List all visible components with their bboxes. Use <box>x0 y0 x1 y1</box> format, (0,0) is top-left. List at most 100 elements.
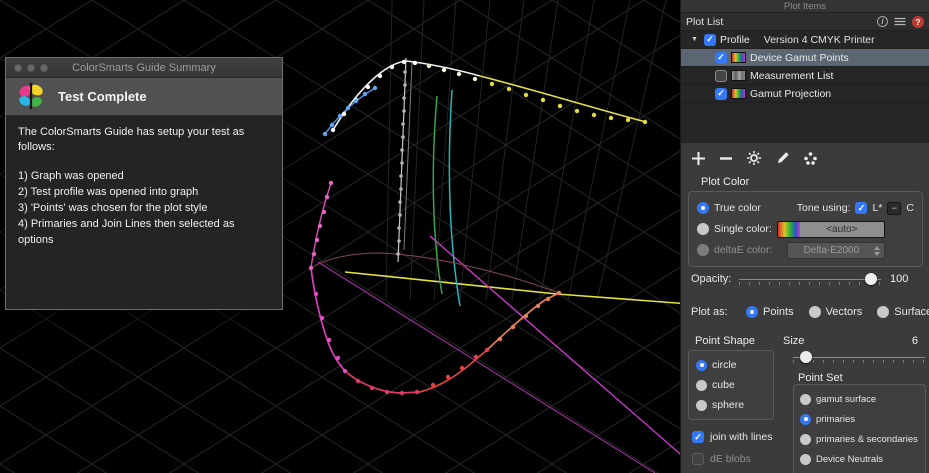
colorsmarts-summary-window[interactable]: ColorSmarts Guide Summary Test Complete … <box>5 57 283 310</box>
point-set-primaries-radio[interactable]: primaries <box>800 411 919 427</box>
dialog-body: The ColorSmarts Guide has setup your tes… <box>6 116 282 257</box>
profile-checkbox[interactable] <box>704 34 716 46</box>
single-color-combo: <auto> <box>777 221 885 238</box>
stepper-icon <box>873 245 882 257</box>
true-color-row: True color Tone using: L* − C <box>697 199 914 217</box>
radio-icon <box>696 380 707 391</box>
tone-using-label: Tone using: <box>797 202 851 214</box>
opacity-slider-knob[interactable] <box>865 273 877 285</box>
plot-list-row-measurement-list[interactable]: Measurement List <box>681 67 929 85</box>
opacity-row: Opacity: 100 <box>691 272 921 286</box>
slider-track[interactable] <box>793 357 925 358</box>
add-button[interactable] <box>691 151 706 166</box>
plot-list-row-gamut-projection[interactable]: Gamut Projection <box>681 85 929 103</box>
plot-list-label: Plot List <box>686 16 723 28</box>
single-color-radio[interactable] <box>697 223 709 235</box>
plot-color-group: True color Tone using: L* − C Single col… <box>688 191 923 267</box>
plot-as-surface-radio[interactable]: Surface <box>877 306 929 318</box>
profile-label: Profile <box>720 34 750 46</box>
plot-list-toolbar <box>681 143 929 173</box>
point-set-device-neutrals-radio[interactable]: Device Neutrals <box>800 451 919 467</box>
join-with-lines-checkbox[interactable]: join with lines <box>692 431 772 443</box>
summary-step-4: 4) Primaries and Join Lines then selecte… <box>18 216 270 248</box>
deltae-radio[interactable] <box>697 244 709 256</box>
disclosure-triangle-icon[interactable]: ▼ <box>689 36 700 43</box>
deltae-dropdown[interactable]: Delta-E2000 <box>787 242 885 259</box>
dropdown-value: <auto> <box>826 224 857 235</box>
measurement-list-checkbox[interactable] <box>715 70 727 82</box>
point-shape-heading: Point Shape <box>695 335 755 347</box>
option-label: Points <box>763 306 794 318</box>
dialog-title: ColorSmarts Guide Summary <box>6 62 282 74</box>
eyedropper-icon[interactable] <box>775 151 790 166</box>
point-set-heading: Point Set <box>798 372 843 384</box>
plot-as-vectors-radio[interactable]: Vectors <box>809 306 863 318</box>
summary-step-3: 3) 'Points' was chosen for the plot styl… <box>18 200 270 216</box>
grayscale-icon <box>731 70 746 81</box>
point-set-group: gamut surface primaries primaries & seco… <box>793 384 926 473</box>
settings-gear-icon[interactable] <box>746 150 762 166</box>
tone-c-label: C <box>906 202 914 214</box>
radio-icon <box>800 434 811 445</box>
point-shape-sphere-radio[interactable]: sphere <box>696 397 766 413</box>
option-label: join with lines <box>710 431 772 443</box>
device-gamut-points-checkbox[interactable] <box>715 52 727 64</box>
option-label: primaries <box>816 414 855 425</box>
true-color-radio[interactable] <box>697 202 709 214</box>
info-icon[interactable]: i <box>877 16 888 27</box>
point-shape-circle-radio[interactable]: circle <box>696 357 766 373</box>
single-color-swatch[interactable] <box>778 222 800 237</box>
deltae-row: deltaE color: Delta-E2000 <box>697 241 914 259</box>
deltae-label: deltaE color: <box>714 244 772 256</box>
opacity-value: 100 <box>890 273 908 285</box>
color-spectrum-icon <box>731 88 746 99</box>
help-icon[interactable]: ? <box>912 16 924 28</box>
plot-items-panel: Plot Items Plot List i ? ▼ Profile Versi… <box>680 0 929 473</box>
option-label: circle <box>712 359 737 371</box>
panel-titlebar[interactable]: Plot Items <box>681 0 929 13</box>
row-label: Measurement List <box>750 70 833 82</box>
plot-list-row-profile[interactable]: ▼ Profile Version 4 CMYK Printer <box>681 31 929 49</box>
single-color-row: Single color: <auto> <box>697 220 914 238</box>
single-color-dropdown[interactable]: <auto> <box>800 222 884 237</box>
plot-list-header: Plot List i ? <box>681 13 929 31</box>
option-label: dE blobs <box>710 453 751 465</box>
gamut-projection-checkbox[interactable] <box>715 88 727 100</box>
slider-ticks <box>793 360 925 363</box>
tone-minus-button[interactable]: − <box>887 202 901 215</box>
point-shape-cube-radio[interactable]: cube <box>696 377 766 393</box>
point-set-gamut-surface-radio[interactable]: gamut surface <box>800 391 919 407</box>
color-cluster-icon[interactable] <box>803 151 818 166</box>
checkbox-icon <box>692 431 704 443</box>
dialog-heading: Test Complete <box>58 89 147 104</box>
dialog-titlebar[interactable]: ColorSmarts Guide Summary <box>6 58 282 78</box>
app-stage: ColorSmarts Guide Summary Test Complete … <box>0 0 929 473</box>
color-spectrum-icon <box>731 52 746 63</box>
plot-as-row: Plot as: Points Vectors Surface <box>691 306 929 318</box>
tone-l-label: L* <box>872 202 882 214</box>
option-label: Device Neutrals <box>816 454 883 465</box>
remove-button[interactable] <box>719 151 733 166</box>
size-slider[interactable] <box>793 350 925 364</box>
radio-icon <box>800 414 811 425</box>
plot-as-points-radio[interactable]: Points <box>746 306 794 318</box>
panel-title: Plot Items <box>784 1 826 12</box>
point-set-primaries-secondaries-radio[interactable]: primaries & secondaries <box>800 431 919 447</box>
size-label: Size <box>783 335 804 347</box>
plot-list: ▼ Profile Version 4 CMYK Printer Device … <box>681 31 929 143</box>
plot-color-heading: Plot Color <box>701 176 749 188</box>
point-shape-group: circle cube sphere <box>688 350 774 420</box>
menu-icon[interactable] <box>894 17 906 26</box>
summary-step-1: 1) Graph was opened <box>18 168 270 184</box>
opacity-slider[interactable] <box>739 272 881 286</box>
de-blobs-checkbox[interactable]: dE blobs <box>692 453 751 465</box>
radio-icon <box>800 394 811 405</box>
slider-track[interactable] <box>739 279 881 280</box>
slider-ticks <box>739 282 881 285</box>
radio-icon <box>696 360 707 371</box>
option-label: Vectors <box>826 306 863 318</box>
profile-value: Version 4 CMYK Printer <box>764 34 875 46</box>
tone-l-checkbox[interactable] <box>855 202 867 214</box>
single-color-label: Single color: <box>714 223 772 235</box>
plot-list-row-device-gamut-points[interactable]: Device Gamut Points <box>681 49 929 67</box>
